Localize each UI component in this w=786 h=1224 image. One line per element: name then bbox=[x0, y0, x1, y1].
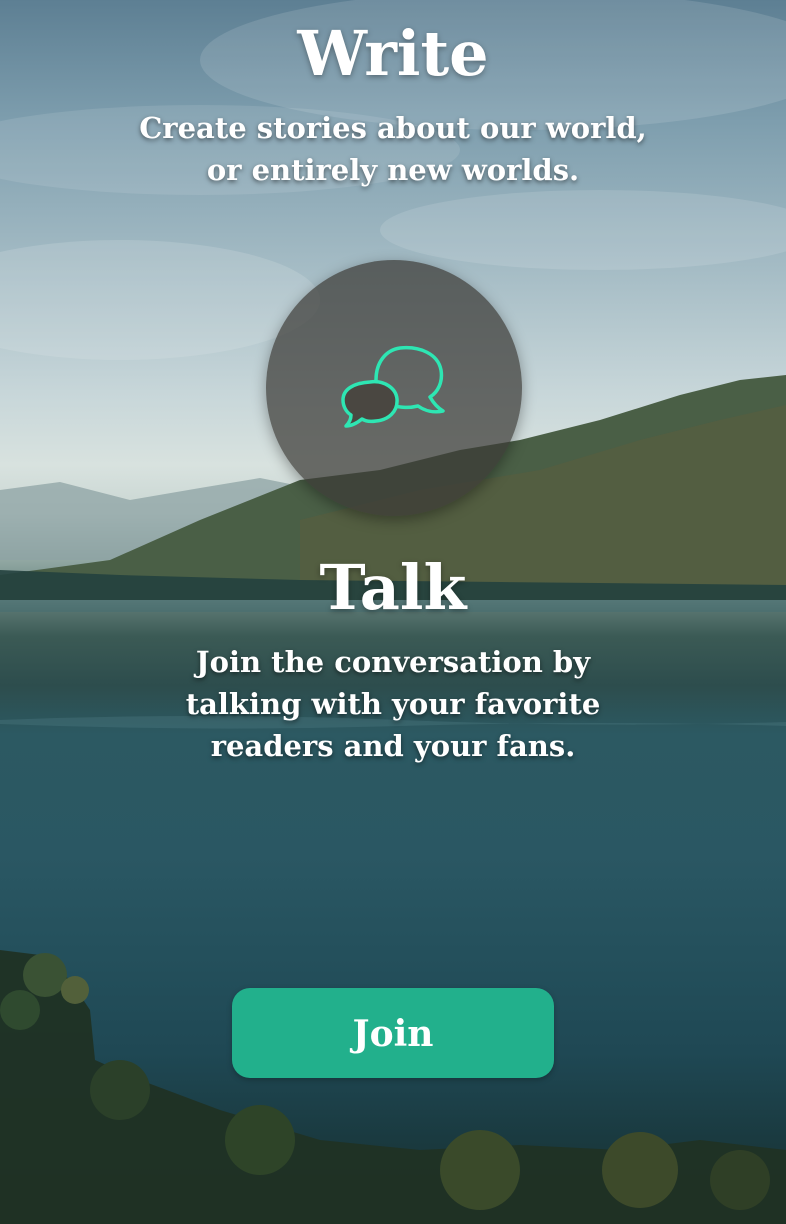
write-description: Create stories about our world, or entir… bbox=[139, 111, 647, 187]
speech-bubbles-icon bbox=[341, 345, 445, 428]
talk-description: Join the conversation by talking with yo… bbox=[185, 645, 601, 763]
write-title: Write bbox=[297, 17, 489, 90]
talk-icon-circle bbox=[266, 260, 522, 516]
talk-title: Talk bbox=[319, 551, 467, 624]
join-button[interactable]: Join bbox=[232, 988, 554, 1078]
